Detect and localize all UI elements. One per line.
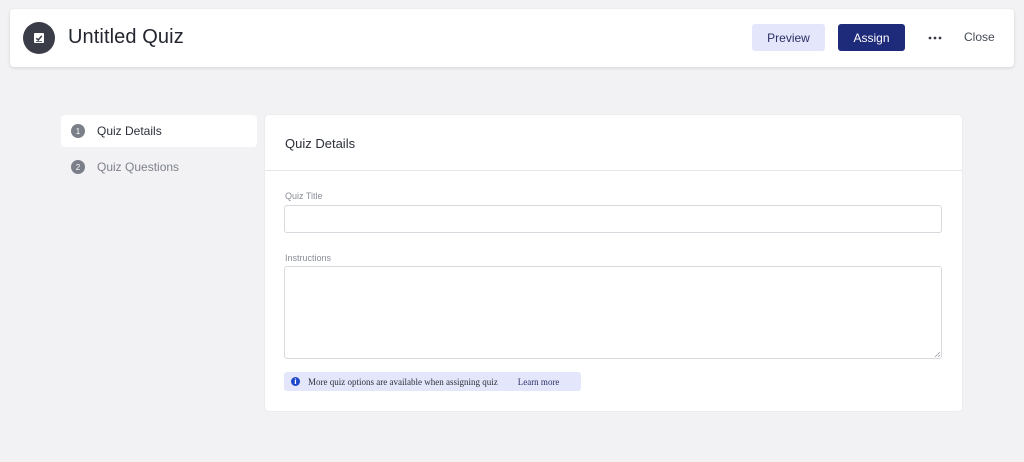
divider [265, 170, 962, 171]
quiz-title-input[interactable] [284, 205, 942, 233]
learn-more-link[interactable]: Learn more [518, 377, 560, 387]
step-quiz-questions[interactable]: 2 Quiz Questions [61, 151, 257, 183]
step-quiz-details[interactable]: 1 Quiz Details [61, 115, 257, 147]
page-title: Untitled Quiz [68, 26, 184, 48]
step-number: 1 [71, 124, 85, 138]
preview-button[interactable]: Preview [752, 24, 825, 51]
instructions-textarea[interactable] [284, 266, 942, 359]
step-label: Quiz Questions [97, 160, 180, 174]
steps-nav: 1 Quiz Details 2 Quiz Questions [61, 115, 257, 187]
step-number: 2 [71, 160, 85, 174]
assign-button[interactable]: Assign [838, 24, 905, 51]
quiz-title-label: Quiz Title [285, 191, 323, 201]
info-text: More quiz options are available when ass… [308, 376, 498, 387]
quiz-checkbox-icon [23, 22, 55, 54]
info-banner: i More quiz options are available when a… [284, 372, 581, 391]
more-horizontal-icon [928, 36, 942, 40]
instructions-label: Instructions [285, 253, 332, 263]
step-label: Quiz Details [97, 124, 162, 138]
close-button[interactable]: Close [964, 30, 995, 44]
quiz-details-card: Quiz Details Quiz Title Instructions i M… [265, 115, 962, 411]
top-header: Untitled Quiz Preview Assign Close [10, 9, 1014, 67]
info-icon: i [291, 377, 300, 386]
more-options-button[interactable] [924, 28, 946, 48]
card-title: Quiz Details [285, 136, 356, 151]
resize-grip-icon[interactable] [933, 350, 941, 358]
